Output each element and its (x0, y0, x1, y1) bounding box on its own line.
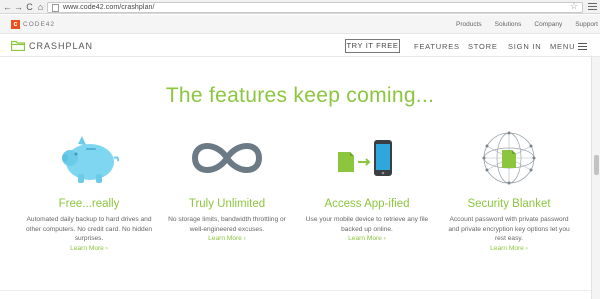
page-scrollbar[interactable] (591, 57, 600, 299)
learn-more-link[interactable]: Learn More › (24, 245, 154, 252)
feature-title: Security Blanket (467, 198, 551, 210)
crashplan-brand[interactable]: CRASHPLAN (11, 40, 93, 51)
feature-icon-wrap (162, 128, 292, 188)
address-bar[interactable]: www.code42.com/crashplan/ ☆ (47, 1, 583, 13)
brand-text: CRASHPLAN (29, 40, 94, 51)
code42-topbar: c CODE42 Products Solutions Company Supp… (0, 15, 600, 34)
feature-title: Truly Unlimited (188, 198, 266, 210)
code42-logo-mark: c (11, 20, 20, 29)
feature-description: No storage limits, bandwidth throttling … (168, 216, 286, 233)
feature-access: Access App-ified Use your mobile device … (302, 128, 432, 242)
feature-icon-wrap (302, 128, 432, 188)
feature-description: Automated daily backup to hard drives an… (25, 216, 153, 242)
home-icon[interactable]: ⌂ (35, 0, 46, 14)
security-globe-icon (482, 131, 536, 185)
feature-title: Access App-ified (324, 198, 410, 210)
top-link-products[interactable]: Products (456, 21, 482, 28)
reload-icon[interactable]: C (24, 0, 35, 14)
learn-more-link[interactable]: Learn More › (444, 245, 574, 252)
feature-description: Account password with private password a… (448, 216, 570, 242)
feature-description: Use your mobile device to retrieve any f… (305, 216, 429, 233)
bookmark-star-icon[interactable]: ☆ (570, 1, 578, 12)
feature-security: Security Blanket Account password with p… (444, 128, 574, 252)
feature-icon-wrap (24, 128, 154, 188)
top-link-solutions[interactable]: Solutions (495, 21, 522, 28)
feature-free: Free...really Automated daily backup to … (24, 128, 154, 252)
page-headline: The features keep coming... (165, 84, 435, 107)
nav-store[interactable]: STORE (468, 42, 498, 51)
code42-logo[interactable]: c CODE42 (11, 20, 55, 29)
code42-logo-text: CODE42 (23, 21, 56, 28)
forward-icon[interactable]: → (13, 0, 24, 14)
browser-menu-icon[interactable] (588, 3, 597, 11)
feature-unlimited: Truly Unlimited No storage limits, bandw… (162, 128, 292, 242)
nav-sign-in[interactable]: SIGN IN (508, 42, 542, 51)
section-divider (0, 290, 591, 291)
scrollbar-thumb[interactable] (594, 155, 599, 175)
mobile-access-icon (338, 140, 392, 176)
folder-icon (11, 40, 25, 51)
top-link-company[interactable]: Company (534, 21, 562, 28)
top-link-support[interactable]: Support (575, 21, 598, 28)
url-text[interactable]: www.code42.com/crashplan/ (63, 4, 155, 11)
back-icon[interactable]: ← (2, 0, 13, 14)
piggy-bank-icon (62, 136, 120, 183)
main-navbar: CRASHPLAN TRY IT FREE FEATURES STORE SIG… (0, 35, 600, 57)
page-icon (52, 3, 59, 12)
feature-title: Free...really (58, 198, 120, 210)
learn-more-link[interactable]: Learn More › (162, 235, 292, 242)
feature-icon-wrap (444, 128, 574, 188)
nav-menu[interactable]: MENU (550, 42, 575, 51)
try-it-free-button[interactable]: TRY IT FREE (345, 39, 400, 53)
browser-toolbar: ← → C ⌂ www.code42.com/crashplan/ ☆ (0, 0, 600, 14)
nav-features[interactable]: FEATURES (414, 42, 460, 51)
top-links: Products Solutions Company Support (443, 21, 598, 28)
infinity-icon (191, 143, 263, 173)
hamburger-icon[interactable] (578, 43, 587, 52)
learn-more-link[interactable]: Learn More › (302, 235, 432, 242)
